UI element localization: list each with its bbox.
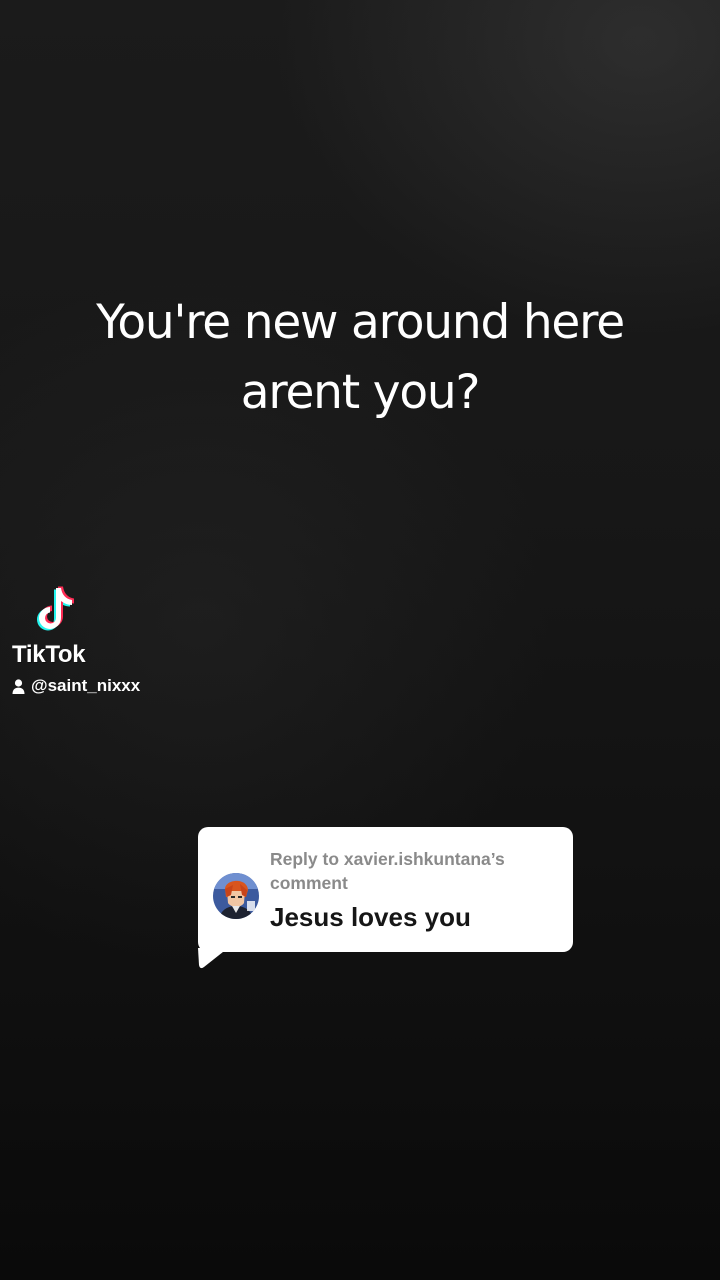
creator-credit: @saint_nixxx: [12, 676, 140, 696]
tiktok-brand-label: TikTok: [12, 641, 86, 668]
reply-comment-text: Jesus loves you: [270, 902, 471, 932]
commenter-avatar[interactable]: [213, 873, 259, 919]
tiktok-note-icon: [37, 586, 74, 631]
person-icon: [12, 678, 25, 694]
video-caption: You're new around here arent you?: [40, 288, 680, 428]
reply-comment-sticker[interactable]: Reply to xavier.ishkuntana’s comment Jes…: [198, 827, 573, 952]
caption-line-2: arent you?: [240, 365, 481, 420]
anime-avatar: [213, 873, 259, 919]
reply-bubble-tail: [198, 948, 228, 969]
caption-line-1: You're new around here: [96, 295, 625, 350]
tiktok-watermark: TikTok @saint_nixxx: [12, 586, 140, 696]
creator-handle: @saint_nixxx: [31, 676, 141, 695]
reply-to-label: Reply to xavier.ishkuntana’s comment: [270, 849, 505, 893]
